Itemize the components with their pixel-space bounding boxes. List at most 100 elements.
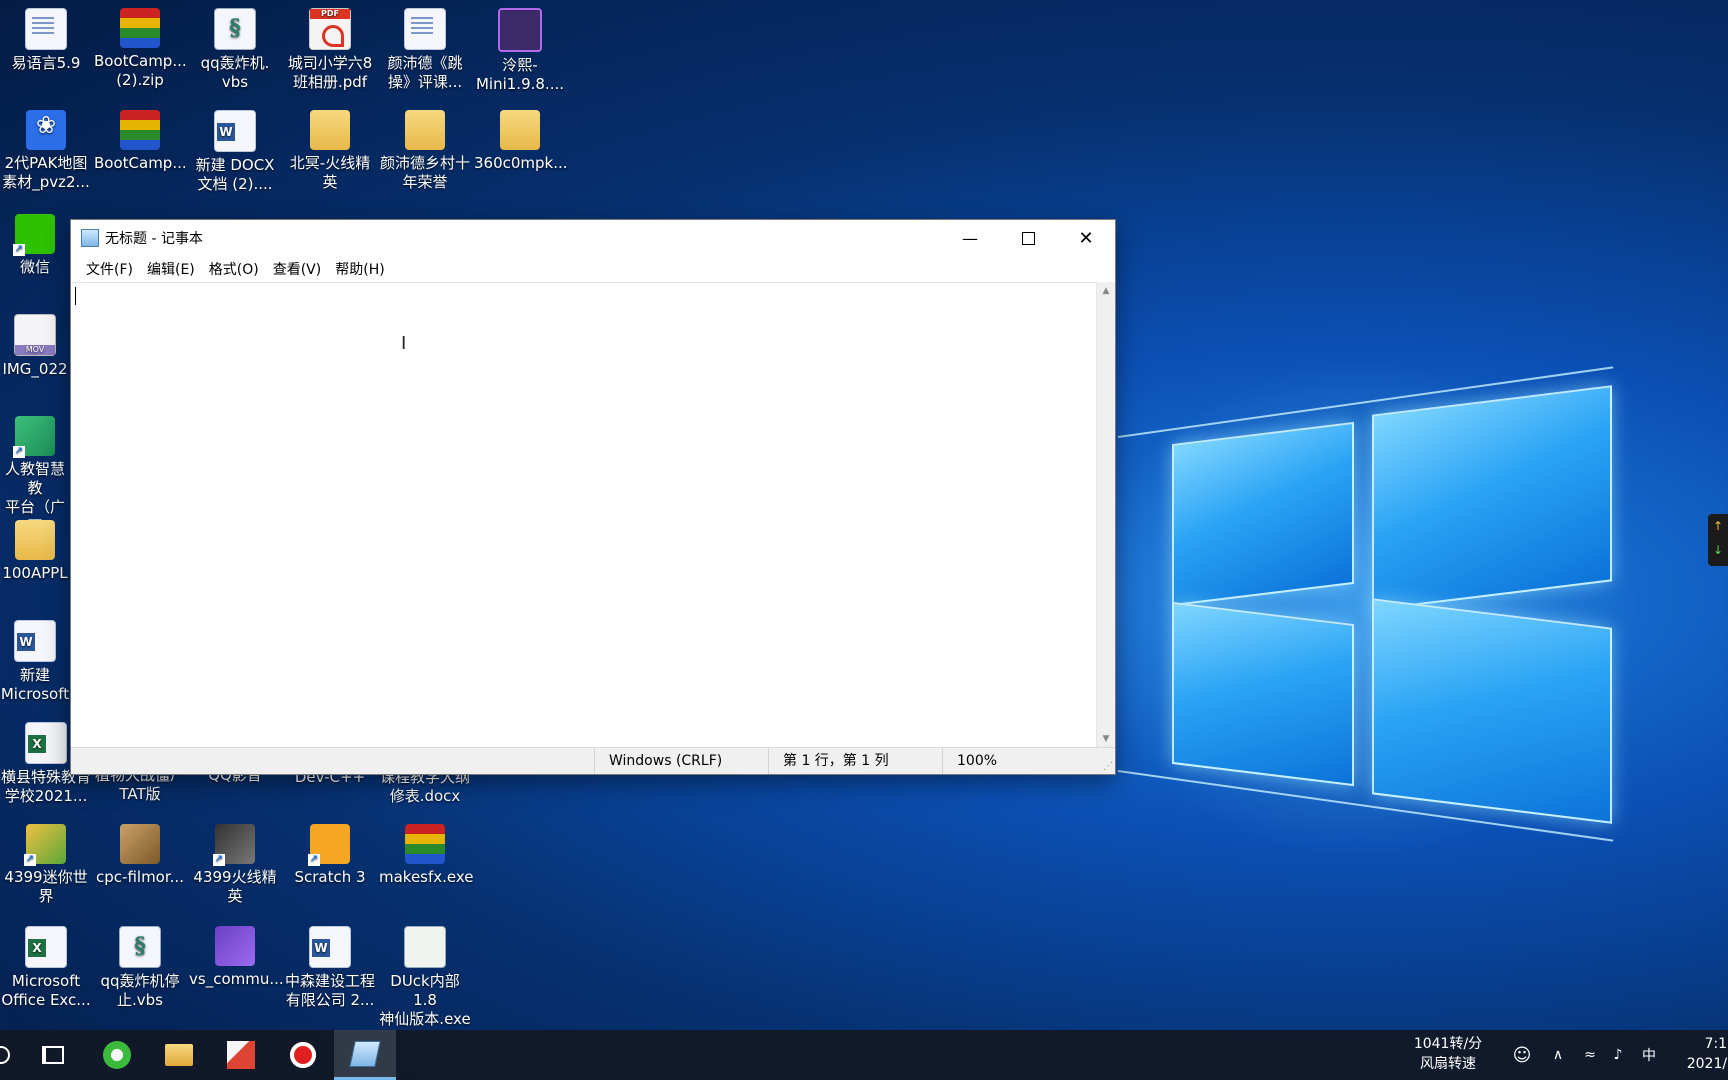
excel-icon [25, 722, 67, 764]
resize-grip-icon[interactable]: ⋰ [1103, 761, 1113, 772]
ibeam-cursor-icon: I [401, 333, 407, 354]
box-installer-icon [120, 824, 160, 864]
desktop-icon[interactable]: IMG_022 [0, 310, 70, 379]
desktop-icon[interactable]: qq轰炸机停 止.vbs [94, 922, 186, 1010]
desktop-icon-label: 颜沛德《跳 操》评课... [387, 54, 463, 91]
desktop-icon[interactable]: qq轰炸机. vbs [189, 4, 281, 92]
desktop-icon[interactable]: DUck内部1.8 神仙版本.exe [379, 922, 471, 1029]
desktop-icon[interactable]: cpc-filmor... [94, 820, 186, 887]
e-language-icon [25, 8, 67, 50]
desktop-icon[interactable]: Scratch 3 [284, 820, 376, 887]
menu-edit[interactable]: 编辑(E) [140, 259, 202, 279]
folder-icon [500, 110, 540, 150]
title-bar[interactable]: 无标题 - 记事本 — ✕ [71, 220, 1115, 256]
text-editor[interactable]: I [71, 282, 1097, 748]
desktop-icon[interactable]: 新建 Microsoft [0, 616, 70, 704]
desktop-icon-label: Scratch 3 [294, 868, 366, 886]
menu-help[interactable]: 帮助(H) [328, 259, 391, 279]
desktop-icon[interactable]: 颜沛德《跳 操》评课... [379, 4, 471, 92]
desktop-icon[interactable]: 100APPL [0, 516, 70, 583]
desktop-icon-label: 100APPL [2, 564, 68, 582]
desktop-icon-label: qq轰炸机停 止.vbs [100, 972, 180, 1009]
word-doc-icon [309, 926, 351, 968]
folder-icon [310, 110, 350, 150]
desktop-icon[interactable]: 北冥-火线精 英 [284, 106, 376, 192]
taskbar-browser[interactable] [86, 1030, 148, 1080]
maximize-button[interactable] [999, 220, 1057, 256]
fan-speed-widget[interactable]: 1041转/分 风扇转速 [1398, 1034, 1498, 1074]
desktop-icon[interactable]: 4399迷你世 界 [0, 820, 92, 906]
desktop-icon[interactable]: 泠熙- Mini1.9.8.... [474, 4, 566, 94]
people-icon[interactable]: ☺ [1504, 1045, 1540, 1066]
wechat-icon [13, 214, 55, 256]
notepad-icon [81, 229, 99, 247]
desktop-icon-label: vs_commu... [189, 970, 284, 988]
volume-icon[interactable]: ♪ [1604, 1047, 1632, 1063]
menu-view[interactable]: 查看(V) [266, 259, 329, 279]
desktop-icon-label: 新建 Microsoft [0, 666, 70, 703]
taskbar-media-app[interactable] [210, 1030, 272, 1080]
scroll-down-icon[interactable]: ▼ [1097, 734, 1115, 744]
desktop-icon[interactable]: Microsoft Office Exc... [0, 922, 92, 1010]
desktop-icon[interactable]: BootCamp... (2).zip [94, 4, 187, 90]
taskbar-recorder[interactable] [272, 1030, 334, 1080]
minimize-button[interactable]: — [941, 220, 999, 256]
show-hidden-icons-icon[interactable]: ∧ [1540, 1047, 1576, 1063]
visual-studio-icon [215, 926, 255, 966]
status-bar: Windows (CRLF) 第 1 行，第 1 列 100% ⋰ [71, 747, 1115, 774]
text-caret [75, 287, 76, 305]
close-button[interactable]: ✕ [1057, 220, 1115, 256]
record-icon [290, 1042, 316, 1068]
window-title: 无标题 - 记事本 [105, 231, 203, 247]
desktop-icon[interactable]: 新建 DOCX 文档 (2).... [189, 106, 281, 194]
taskbar: 1041转/分 风扇转速 ☺ ∧ ≈ ♪ 中 7:11 2021/8 [0, 1030, 1728, 1080]
desktop-icon[interactable]: 微信 [0, 210, 70, 277]
desktop-icon[interactable]: 360c0mpk... [474, 106, 568, 173]
clock-time: 7:11 [1704, 1036, 1728, 1052]
badge-app-icon [498, 8, 542, 52]
winrar-archive-icon [120, 110, 160, 150]
wifi-icon[interactable]: ≈ [1576, 1047, 1604, 1063]
clock[interactable]: 7:11 2021/8 [1666, 1034, 1728, 1074]
network-speed-widget[interactable]: ↑ ↓ [1708, 514, 1728, 566]
menu-format[interactable]: 格式(O) [202, 259, 266, 279]
status-position: 第 1 行，第 1 列 [768, 748, 919, 774]
status-encoding: Windows (CRLF) [594, 748, 745, 774]
desktop-icon-label: 4399火线精 英 [193, 868, 277, 905]
desktop-icon[interactable]: 城司小学六8 班相册.pdf [284, 4, 376, 92]
desktop-icon[interactable]: 易语言5.9 [0, 4, 92, 73]
menu-file[interactable]: 文件(F) [79, 259, 140, 279]
minimize-icon: — [962, 228, 978, 248]
desktop-icon-label: DUck内部1.8 神仙版本.exe [379, 972, 471, 1028]
pdf-icon [309, 8, 351, 50]
desktop-icon-label: 北冥-火线精 英 [289, 154, 371, 191]
browser-icon [103, 1041, 131, 1069]
desktop-icon-label: Microsoft Office Exc... [1, 972, 91, 1009]
mini-world-icon [24, 824, 66, 866]
desktop-icon-label: cpc-filmor... [96, 868, 184, 886]
ime-indicator[interactable]: 中 [1632, 1045, 1666, 1065]
desktop-icon[interactable]: 2代PAK地图 素材_pvz2... [0, 106, 92, 192]
crossfire-icon [213, 824, 255, 866]
desktop-icon[interactable]: vs_commu... [189, 922, 284, 989]
desktop-icon[interactable]: makesfx.exe [379, 820, 474, 887]
desktop-icon[interactable]: BootCamp... [94, 106, 187, 173]
desktop-icon[interactable]: 中森建设工程 有限公司 2... [284, 922, 376, 1010]
desktop-icon[interactable]: 颜沛德乡村十 年荣誉 [379, 106, 471, 192]
taskbar-file-explorer[interactable] [148, 1030, 210, 1080]
menu-bar: 文件(F) 编辑(E) 格式(O) 查看(V) 帮助(H) [71, 256, 1115, 282]
desktop-icon-label: IMG_022 [2, 360, 68, 378]
folder-icon [15, 520, 55, 560]
close-icon: ✕ [1078, 227, 1094, 249]
desktop-icon[interactable]: 4399火线精 英 [189, 820, 281, 906]
scroll-up-icon[interactable]: ▲ [1097, 286, 1115, 296]
desktop-icon-label: BootCamp... (2).zip [94, 52, 187, 89]
desktop-icon-label: makesfx.exe [379, 868, 474, 886]
notepad-window[interactable]: 无标题 - 记事本 — ✕ 文件(F) 编辑(E) 格式(O) 查看(V) 帮助… [71, 220, 1115, 774]
taskbar-notepad[interactable] [334, 1030, 396, 1080]
task-view-button[interactable] [22, 1030, 84, 1080]
renjiao-app-icon [13, 416, 55, 458]
vertical-scrollbar[interactable]: ▲ ▼ [1096, 282, 1115, 748]
baidu-paw-icon [26, 110, 66, 150]
desktop-icon-label: BootCamp... [94, 154, 187, 172]
